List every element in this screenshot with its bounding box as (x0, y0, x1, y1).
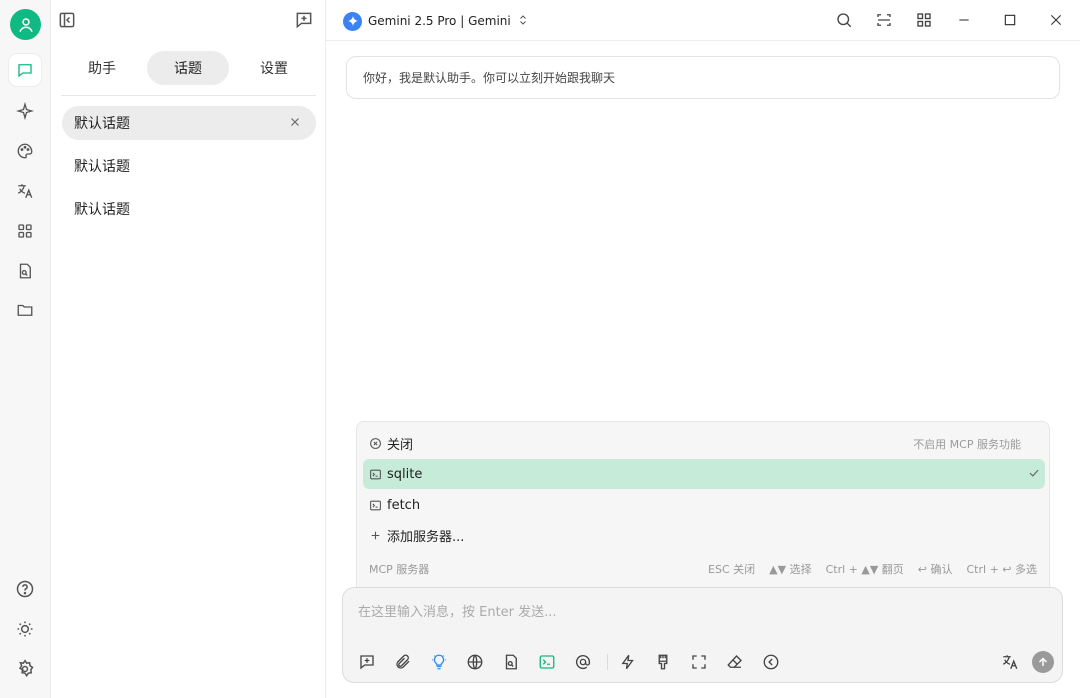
mcp-footer-title: MCP 服务器 (369, 563, 430, 576)
grid-icon[interactable] (912, 8, 936, 32)
fullscreen-icon[interactable] (689, 652, 709, 672)
model-name: Gemini 2.5 Pro | Gemini (368, 14, 511, 28)
hint: ▲▼ 选择 (769, 563, 812, 576)
divider (61, 95, 316, 96)
topic-label: 默认话题 (74, 202, 130, 218)
message-composer (342, 587, 1063, 683)
tab-assistant[interactable]: 助手 (61, 51, 143, 85)
greeting-text: 你好，我是默认助手。你可以立刻开始跟我聊天 (363, 71, 616, 85)
mcp-item-sqlite[interactable]: sqlite (363, 459, 1045, 489)
tab-settings[interactable]: 设置 (233, 51, 315, 85)
mcp-item-label: fetch (387, 497, 421, 513)
at-icon[interactable] (573, 652, 593, 672)
new-topic-icon[interactable] (357, 652, 377, 672)
check-icon (1027, 466, 1041, 484)
collapse-sidebar-icon[interactable] (57, 10, 77, 34)
mcp-item-description: 不启用 MCP 服务功能 (913, 438, 1021, 451)
topic-label: 默认话题 (74, 159, 130, 175)
sidebar-tabs: 助手 话题 设置 (61, 51, 316, 85)
mcp-item-fetch[interactable]: fetch (363, 490, 1045, 520)
divider (326, 40, 1080, 41)
terminal-icon (368, 467, 382, 481)
mcp-item-label: 关闭 (387, 437, 414, 453)
chevron-updown-icon (517, 14, 529, 29)
file-search-icon[interactable] (9, 255, 41, 287)
tab-topics[interactable]: 话题 (147, 51, 229, 85)
topic-item[interactable]: 默认话题 (62, 106, 316, 140)
greeting-message: 你好，我是默认助手。你可以立刻开始跟我聊天 (346, 56, 1060, 99)
chat-icon[interactable] (9, 54, 41, 86)
hint: ↩ 确认 (917, 563, 953, 576)
new-topic-icon[interactable] (294, 10, 314, 34)
mcp-item-off[interactable]: 关闭 不启用 MCP 服务功能 (363, 428, 1045, 458)
mcp-footer: MCP 服务器 ESC 关闭 ▲▼ 选择 Ctrl + ▲▼ 翻页 ↩ 确认 C… (369, 561, 1037, 577)
gemini-logo-icon (343, 11, 362, 31)
hint: Ctrl + ↩ 多选 (966, 563, 1038, 576)
sidebar: 助手 话题 设置 默认话题 默认话题 默认话题 (50, 0, 326, 698)
maximize-icon[interactable] (998, 8, 1022, 32)
file-icon[interactable] (501, 652, 521, 672)
eraser-icon[interactable] (725, 652, 745, 672)
hint: Ctrl + ▲▼ 翻页 (825, 563, 904, 576)
avatar[interactable] (10, 9, 41, 40)
settings-icon[interactable] (9, 653, 41, 685)
close-icon[interactable] (288, 115, 302, 133)
send-button[interactable] (1032, 651, 1054, 673)
palette-icon[interactable] (9, 135, 41, 167)
search-icon[interactable] (832, 8, 856, 32)
scan-icon[interactable] (872, 8, 896, 32)
help-icon[interactable] (9, 573, 41, 605)
translate-icon[interactable] (1000, 652, 1020, 672)
divider (607, 654, 608, 670)
circle-x-icon (368, 436, 382, 450)
attach-icon[interactable] (393, 652, 413, 672)
left-rail (0, 0, 50, 698)
brush-icon[interactable] (653, 652, 673, 672)
topic-label: 默认话题 (74, 116, 130, 132)
mcp-server-popup: 关闭 不启用 MCP 服务功能 sqlite fetch 添加服务器... MC… (356, 421, 1050, 587)
send-icon (1037, 653, 1049, 672)
hint: ESC 关闭 (708, 563, 756, 576)
message-input[interactable] (358, 600, 1048, 624)
topic-item[interactable]: 默认话题 (62, 149, 316, 183)
sparkle-icon[interactable] (9, 95, 41, 127)
globe-icon[interactable] (465, 652, 485, 672)
minimize-icon[interactable] (952, 8, 976, 32)
lightning-icon[interactable] (618, 652, 638, 672)
terminal-icon (368, 498, 382, 512)
mcp-item-label: sqlite (387, 466, 423, 482)
collapse-icon[interactable] (761, 652, 781, 672)
topic-item[interactable]: 默认话题 (62, 192, 316, 226)
plus-icon (368, 528, 382, 542)
theme-icon[interactable] (9, 613, 41, 645)
mcp-item-add-server[interactable]: 添加服务器... (363, 520, 1045, 550)
terminal-icon[interactable] (537, 652, 557, 672)
bulb-icon[interactable] (429, 652, 449, 672)
close-window-icon[interactable] (1044, 8, 1068, 32)
apps-icon[interactable] (9, 215, 41, 247)
keyboard-hints: ESC 关闭 ▲▼ 选择 Ctrl + ▲▼ 翻页 ↩ 确认 Ctrl + ↩ … (708, 561, 1037, 577)
mcp-item-label: 添加服务器... (387, 529, 465, 545)
translate-icon[interactable] (9, 175, 41, 207)
folder-icon[interactable] (9, 294, 41, 326)
model-selector[interactable]: Gemini 2.5 Pro | Gemini (343, 11, 529, 31)
